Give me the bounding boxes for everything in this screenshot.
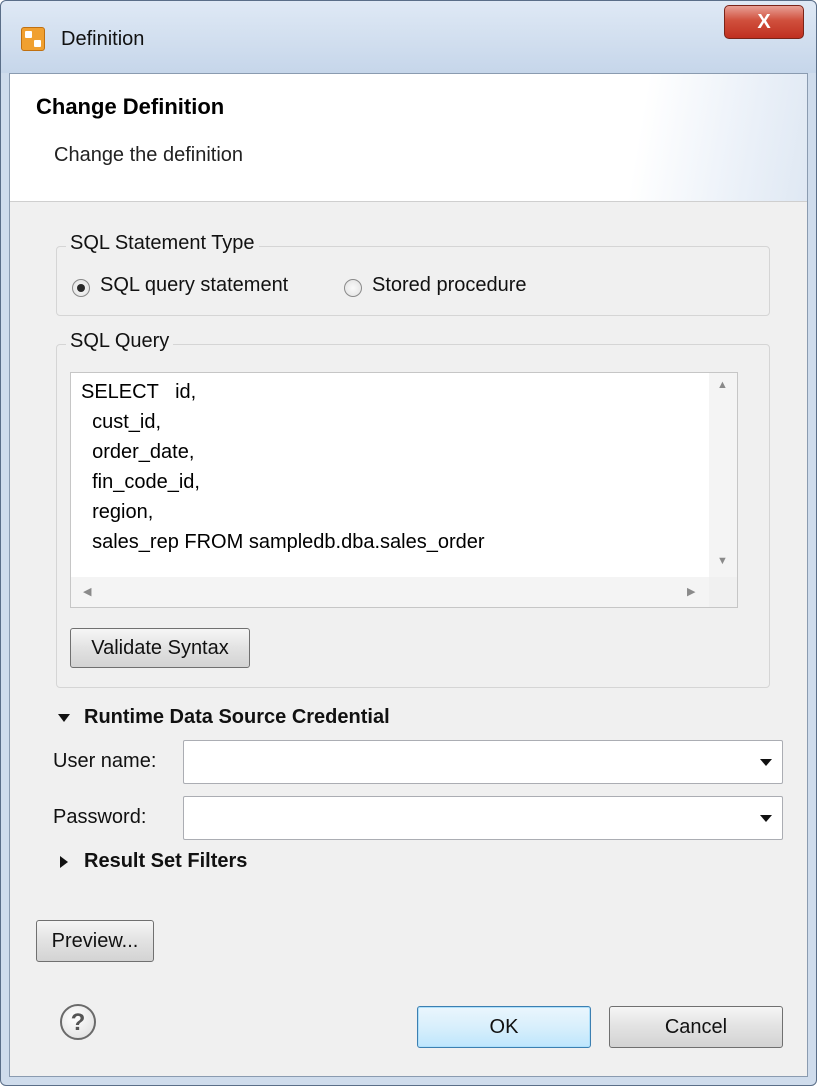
sql-query-legend: SQL Query	[66, 330, 174, 353]
sql-query-radio[interactable]	[72, 279, 90, 297]
query-line: cust_id,	[81, 411, 162, 433]
sql-query-radio-label[interactable]: SQL query statement	[100, 274, 288, 297]
data-set-icon	[21, 27, 45, 51]
query-line: order_date,	[81, 441, 195, 463]
password-combo[interactable]	[183, 796, 783, 840]
window-title: Definition	[61, 28, 145, 50]
user-name-label: User name:	[53, 750, 157, 772]
scroll-left-icon[interactable]: ◀	[83, 585, 91, 598]
stored-procedure-radio-label[interactable]: Stored procedure	[372, 274, 527, 297]
cancel-button[interactable]: Cancel	[609, 1006, 783, 1048]
ok-button[interactable]: OK	[417, 1006, 591, 1048]
password-label: Password:	[53, 806, 147, 828]
stored-procedure-radio[interactable]	[344, 279, 362, 297]
scroll-right-icon[interactable]: ▶	[687, 585, 695, 598]
dialog-body: Change Definition Change the definition …	[9, 73, 808, 1077]
triangle-down-icon[interactable]	[58, 714, 70, 722]
sql-query-editor[interactable]: SELECT id, cust_id, order_date, fin_code…	[70, 372, 738, 608]
horizontal-scrollbar[interactable]: ◀ ▶	[71, 577, 711, 607]
page-title: Change Definition	[36, 94, 225, 119]
page-description: Change the definition	[54, 144, 244, 166]
scroll-down-icon[interactable]: ▼	[717, 555, 728, 567]
chevron-down-icon[interactable]	[760, 759, 772, 766]
title-banner: Change Definition Change the definition	[10, 74, 807, 202]
query-line: sales_rep FROM sampledb.dba.sales_order	[81, 531, 485, 553]
query-line: SELECT id,	[81, 381, 197, 403]
close-button[interactable]: X	[724, 5, 804, 39]
validate-syntax-button[interactable]: Validate Syntax	[70, 628, 250, 668]
chevron-down-icon[interactable]	[760, 815, 772, 822]
preview-button[interactable]: Preview...	[36, 920, 154, 962]
scroll-up-icon[interactable]: ▲	[717, 379, 728, 391]
scrollbar-corner	[709, 577, 737, 607]
title-bar[interactable]: Definition X	[1, 1, 816, 73]
query-line: region,	[81, 501, 154, 523]
result-set-filters-header[interactable]: Result Set Filters	[84, 850, 247, 873]
triangle-right-icon[interactable]	[60, 856, 68, 868]
vertical-scrollbar[interactable]: ▲ ▼	[709, 373, 737, 577]
credential-section-header[interactable]: Runtime Data Source Credential	[84, 706, 390, 729]
user-name-combo[interactable]	[183, 740, 783, 784]
statement-type-legend: SQL Statement Type	[66, 232, 259, 255]
help-icon[interactable]: ?	[60, 1004, 96, 1040]
query-line: fin_code_id,	[81, 471, 200, 493]
definition-dialog: Definition X Change Definition Change th…	[0, 0, 817, 1086]
